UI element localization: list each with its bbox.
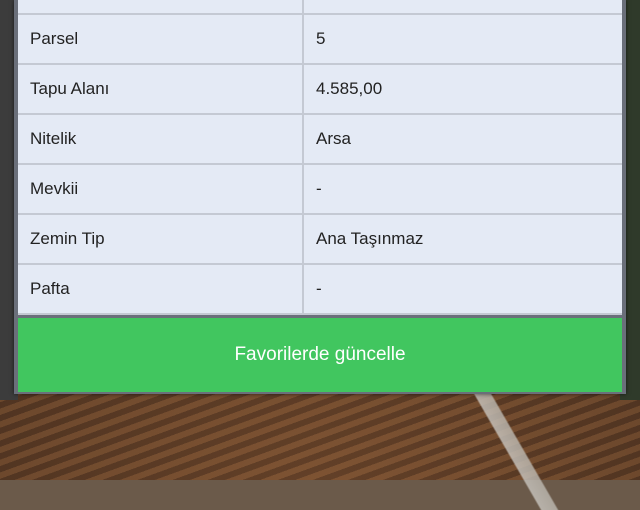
row-value: 4.585,00 [304, 65, 622, 115]
map-road [455, 390, 575, 510]
table-row [18, 0, 622, 15]
row-key: Pafta [18, 265, 304, 315]
update-favorites-button[interactable]: Favorilerde güncelle [18, 318, 622, 392]
row-value: - [304, 165, 622, 215]
row-value [304, 0, 622, 15]
row-key: Zemin Tip [18, 215, 304, 265]
row-value: Ana Taşınmaz [304, 215, 622, 265]
table-row: Tapu Alanı 4.585,00 [18, 65, 622, 115]
row-key: Nitelik [18, 115, 304, 165]
parcel-info-table: Parsel 5 Tapu Alanı 4.585,00 Nitelik Ars… [18, 0, 622, 315]
table-row: Zemin Tip Ana Taşınmaz [18, 215, 622, 265]
row-value: - [304, 265, 622, 315]
row-value: 5 [304, 15, 622, 65]
row-key: Mevkii [18, 165, 304, 215]
table-row: Parsel 5 [18, 15, 622, 65]
row-key: Parsel [18, 15, 304, 65]
table-row: Mevkii - [18, 165, 622, 215]
table-row: Nitelik Arsa [18, 115, 622, 165]
row-key [18, 0, 304, 15]
row-key: Tapu Alanı [18, 65, 304, 115]
table-row: Pafta - [18, 265, 622, 315]
row-value: Arsa [304, 115, 622, 165]
